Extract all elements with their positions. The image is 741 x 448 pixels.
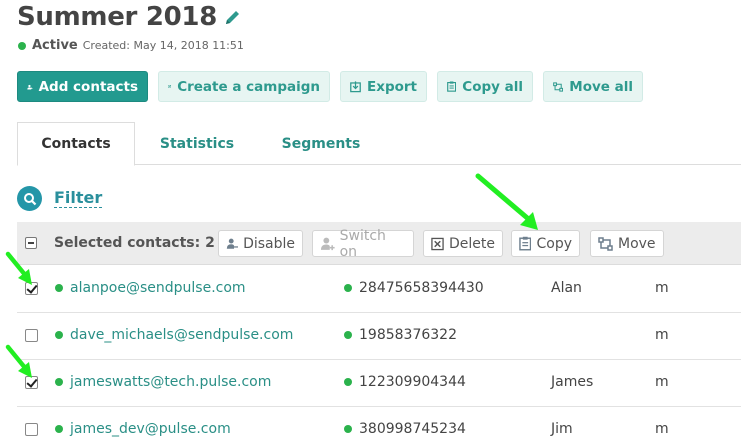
phone-cell: 380998745234 <box>344 421 466 437</box>
row-checkbox[interactable] <box>25 329 38 342</box>
active-dot-icon <box>55 331 63 339</box>
phone-cell: 19858376322 <box>344 327 457 343</box>
email-cell[interactable]: james_dev@pulse.com <box>55 421 231 437</box>
delete-x-icon <box>431 237 444 250</box>
copy-all-button[interactable]: Copy all <box>437 71 533 102</box>
phone-text: 380998745234 <box>359 421 466 437</box>
active-dot-icon <box>344 331 352 339</box>
user-add-icon <box>320 237 335 251</box>
name-cell: Alan <box>551 280 582 296</box>
active-dot-icon <box>344 284 352 292</box>
phone-text: 122309904344 <box>359 374 466 390</box>
name-cell: James <box>551 374 594 390</box>
email-text: alanpoe@sendpulse.com <box>70 280 246 296</box>
main-toolbar: Add contacts Create a campaign Export Co… <box>17 71 643 102</box>
active-dot-icon <box>55 284 63 292</box>
tab-segments[interactable]: Segments <box>269 122 373 165</box>
gender-cell: m <box>655 421 669 437</box>
tab-statistics-label: Statistics <box>159 135 235 152</box>
edit-pencil-icon[interactable] <box>224 8 242 26</box>
export-label: Export <box>367 78 417 95</box>
move-all-button[interactable]: Move all <box>543 71 643 102</box>
filter-link[interactable]: Filter <box>54 189 103 208</box>
table-row: dave_michaels@sendpulse.com 19858376322 … <box>17 313 741 360</box>
user-disable-icon <box>226 238 239 249</box>
tab-contacts[interactable]: Contacts <box>17 122 135 166</box>
clipboard-icon <box>447 81 457 92</box>
disable-label: Disable <box>243 235 295 252</box>
active-dot-icon <box>55 425 63 433</box>
title-row: Summer 2018 <box>17 2 242 32</box>
table-row: james_dev@pulse.com 380998745234 Jim m <box>17 407 741 448</box>
gender-cell: m <box>655 327 669 343</box>
name-cell: Jim <box>551 421 573 437</box>
annotation-arrow-row1-icon <box>5 251 32 285</box>
add-contacts-button[interactable]: Add contacts <box>17 71 148 102</box>
add-user-icon <box>27 84 33 89</box>
active-dot-icon <box>344 378 352 386</box>
move-icon <box>598 236 613 251</box>
annotation-arrow-copy-icon <box>475 173 538 230</box>
export-button[interactable]: Export <box>340 71 427 102</box>
move-label: Move <box>618 235 656 252</box>
page-title: Summer 2018 <box>17 2 217 32</box>
gender-cell: m <box>655 374 669 390</box>
email-cell[interactable]: jameswatts@tech.pulse.com <box>55 374 271 390</box>
gender-cell: m <box>655 280 669 296</box>
active-dot-icon <box>344 425 352 433</box>
copy-all-label: Copy all <box>462 78 523 95</box>
status-row: Active Created: May 14, 2018 11:51 <box>18 38 244 53</box>
tab-bar: Contacts Statistics Segments <box>17 122 741 166</box>
tab-segments-label: Segments <box>281 135 361 152</box>
selection-bar: Selected contacts: 2 Disable Switch on D… <box>17 222 741 265</box>
created-date: Created: May 14, 2018 11:51 <box>82 39 244 52</box>
tab-contacts-label: Contacts <box>41 136 111 152</box>
edit-square-icon <box>168 85 171 88</box>
move-all-label: Move all <box>569 78 633 95</box>
status-label: Active <box>32 38 78 53</box>
filter-row[interactable]: Filter <box>17 186 103 211</box>
email-text: james_dev@pulse.com <box>70 421 231 437</box>
email-text: dave_michaels@sendpulse.com <box>70 327 294 343</box>
switch-on-label: Switch on <box>339 227 386 260</box>
phone-text: 19858376322 <box>359 327 457 343</box>
email-cell[interactable]: dave_michaels@sendpulse.com <box>55 327 293 343</box>
phone-cell: 28475658394430 <box>344 280 484 296</box>
active-dot-icon <box>55 378 63 386</box>
table-row: alanpoe@sendpulse.com 28475658394430 Ala… <box>17 266 741 313</box>
table-row: jameswatts@tech.pulse.com 122309904344 J… <box>17 360 741 407</box>
email-text: jameswatts@tech.pulse.com <box>70 374 272 390</box>
export-icon <box>350 81 361 93</box>
selected-count: Selected contacts: 2 <box>54 235 215 251</box>
add-contacts-label: Add contacts <box>38 78 138 95</box>
annotation-arrow-row3-icon <box>5 344 32 378</box>
create-campaign-button[interactable]: Create a campaign <box>158 71 330 102</box>
phone-text: 28475658394430 <box>359 280 484 296</box>
search-icon[interactable] <box>17 186 42 211</box>
switch-on-button[interactable]: Switch on <box>312 227 414 260</box>
disable-button[interactable]: Disable <box>218 230 303 257</box>
create-campaign-label: Create a campaign <box>177 78 320 95</box>
status-dot-icon <box>18 41 26 50</box>
tab-statistics[interactable]: Statistics <box>147 122 247 165</box>
move-button[interactable]: Move <box>590 230 664 257</box>
row-checkbox[interactable] <box>25 423 38 436</box>
deselect-all-checkbox[interactable] <box>25 237 37 249</box>
move-icon <box>553 81 564 92</box>
email-cell[interactable]: alanpoe@sendpulse.com <box>55 280 246 296</box>
phone-cell: 122309904344 <box>344 374 466 390</box>
